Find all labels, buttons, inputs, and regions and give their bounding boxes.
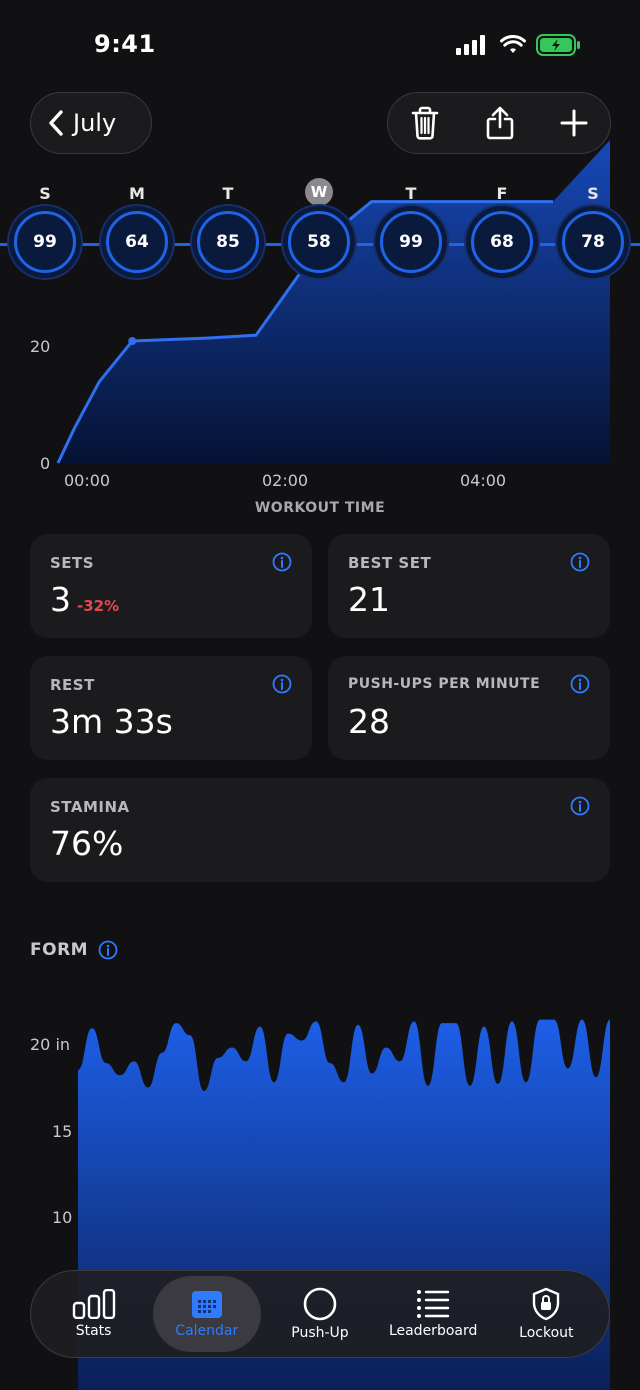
- rest-title: REST: [50, 676, 95, 694]
- info-icon[interactable]: [98, 940, 118, 960]
- tab-bar: Stats Calendar Push-Up Leaderboard Locko…: [30, 1270, 610, 1358]
- rest-card[interactable]: REST 3m 33s: [30, 656, 312, 760]
- wifi-icon: [500, 35, 526, 53]
- ppm-card[interactable]: PUSH-UPS PER MINUTE 28: [328, 656, 610, 760]
- info-icon[interactable]: [570, 552, 590, 572]
- status-time: 9:41: [94, 30, 156, 58]
- day-score-ring[interactable]: 78: [562, 211, 624, 273]
- tab-label: Stats: [75, 1323, 112, 1339]
- back-label: July: [73, 109, 117, 137]
- tab-label: Calendar: [175, 1323, 239, 1339]
- best-set-title: BEST SET: [348, 554, 432, 572]
- ppm-value: 28: [348, 702, 390, 741]
- status-icons: [456, 34, 582, 56]
- rest-value: 3m 33s: [50, 702, 173, 741]
- info-icon[interactable]: [272, 552, 292, 572]
- stamina-title: STAMINA: [50, 798, 130, 816]
- ppm-title: PUSH-UPS PER MINUTE: [348, 676, 541, 692]
- day-score-value: 85: [216, 232, 240, 252]
- signal-icon: [456, 35, 485, 55]
- sets-title: SETS: [50, 554, 95, 572]
- battery-icon: [536, 34, 580, 56]
- tab-stats[interactable]: Stats: [40, 1276, 148, 1352]
- weekday-letter: S: [587, 184, 599, 203]
- plus-icon[interactable]: [560, 109, 588, 137]
- lock-shield-icon: [533, 1287, 560, 1321]
- day-score-value: 78: [581, 232, 605, 252]
- day-score-value: 64: [125, 232, 149, 252]
- y-tick-label: 20: [30, 337, 51, 356]
- stamina-value: 76%: [50, 824, 124, 863]
- circle-icon: [303, 1287, 337, 1321]
- sets-delta: -32%: [77, 597, 120, 615]
- form-y-tick-label: 20 in: [30, 1035, 71, 1054]
- tab-push-up[interactable]: Push-Up: [266, 1276, 374, 1352]
- sets-value-row: 3 -32%: [50, 580, 119, 619]
- x-tick-label: 04:00: [460, 471, 507, 490]
- workout-chart-caption: WORKOUT TIME: [254, 500, 386, 516]
- sets-value: 3: [50, 580, 71, 619]
- weekday-letter: T: [222, 184, 234, 203]
- sets-card[interactable]: SETS 3 -32%: [30, 534, 312, 638]
- list-icon: [417, 1290, 450, 1318]
- form-section-header: FORM: [30, 940, 118, 960]
- tab-label: Leaderboard: [388, 1323, 478, 1339]
- weekday-letter: S: [39, 184, 51, 203]
- tab-calendar[interactable]: Calendar: [152, 1276, 261, 1352]
- day-score-ring[interactable]: 64: [106, 211, 168, 273]
- stamina-card[interactable]: STAMINA 76%: [30, 778, 610, 882]
- day-score-value: 68: [490, 232, 514, 252]
- share-icon[interactable]: [485, 105, 515, 141]
- info-icon[interactable]: [272, 674, 292, 694]
- day-score-ring[interactable]: 58: [288, 211, 350, 273]
- info-icon[interactable]: [570, 674, 590, 694]
- day-score-ring[interactable]: 99: [380, 211, 442, 273]
- trash-icon[interactable]: [410, 106, 440, 140]
- calendar-icon: [191, 1291, 222, 1318]
- x-tick-label: 02:00: [262, 471, 309, 490]
- weekday-letter: W: [305, 178, 333, 206]
- chevron-left-icon: [49, 110, 63, 136]
- form-title: FORM: [30, 940, 89, 960]
- weekday-letter: T: [405, 184, 417, 203]
- weekday-letter: M: [129, 184, 145, 203]
- day-score-value: 99: [399, 232, 423, 252]
- bar-chart-icon: [72, 1289, 115, 1319]
- weekday-letter: F: [496, 184, 508, 203]
- tab-lockout[interactable]: Lockout: [492, 1276, 600, 1352]
- day-score-ring[interactable]: 85: [197, 211, 259, 273]
- best-set-card[interactable]: BEST SET 21: [328, 534, 610, 638]
- workout-point: [128, 337, 137, 345]
- tab-label: Lockout: [519, 1325, 574, 1341]
- form-y-tick-label: 15: [52, 1122, 73, 1141]
- day-score-value: 99: [33, 232, 57, 252]
- best-set-value: 21: [348, 580, 390, 619]
- day-score-ring[interactable]: 68: [471, 211, 533, 273]
- tab-label: Push-Up: [291, 1325, 349, 1341]
- form-y-tick-label: 10: [52, 1208, 73, 1227]
- day-score-value: 58: [307, 232, 331, 252]
- y-tick-label: 0: [40, 454, 51, 473]
- x-tick-label: 00:00: [64, 471, 111, 490]
- tab-leaderboard[interactable]: Leaderboard: [379, 1276, 487, 1352]
- info-icon[interactable]: [570, 796, 590, 816]
- day-score-ring[interactable]: 99: [14, 211, 76, 273]
